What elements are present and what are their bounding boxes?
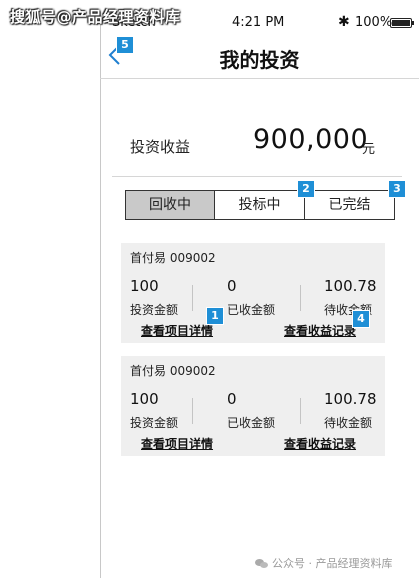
stat-value-pending: 100.78 [324,390,377,408]
stat-value-received: 0 [227,277,237,295]
earnings-summary: 投资收益 900,000 元 [100,122,419,172]
earnings-unit: 元 [362,142,376,157]
stat-label-received: 已收金额 [227,416,276,430]
annotation-badge-2: 2 [297,180,315,198]
tab-completed[interactable]: 已完结 [304,190,395,220]
annotation-badge-3: 3 [388,180,406,198]
stat-divider [300,398,301,424]
stat-divider [192,398,193,424]
stat-value-pending: 100.78 [324,277,377,295]
investment-card: 首付易 009002 100 投资金额 0 已收金额 100.78 待收金额 查… [121,356,385,456]
tab-bidding[interactable]: 投标中 [214,190,305,220]
earnings-label: 投资收益 [130,138,191,156]
status-time: 4:21 PM [232,15,285,30]
stat-label-received: 已收金额 [227,303,276,317]
watermark-bottom: 公众号 · 产品经理资料库 [255,555,393,571]
view-project-details-link[interactable]: 查看项目详情 [141,435,213,452]
annotation-badge-4: 4 [352,310,370,328]
stat-value-invested: 100 [130,390,159,408]
stat-label-pending: 待收金额 [324,416,373,430]
stat-label-invested: 投资金额 [130,416,179,430]
battery-icon [390,18,414,28]
stat-value-received: 0 [227,390,237,408]
view-earnings-records-link[interactable]: 查看收益记录 [284,322,356,339]
view-project-details-link[interactable]: 查看项目详情 [141,322,213,339]
tab-recovering[interactable]: 回收中 [125,190,215,220]
page-title: 我的投资 [219,48,300,72]
nav-bar: 我的投资 [100,34,419,79]
wechat-icon [255,558,269,570]
bluetooth-icon: ✱ [338,14,350,30]
investment-card: 首付易 009002 100 投资金额 0 已收金额 100.78 待收金额 查… [121,243,385,343]
earnings-value: 900,000 [253,124,369,155]
card-title: 首付易 009002 [130,364,216,378]
stat-value-invested: 100 [130,277,159,295]
stat-label-invested: 投资金额 [130,303,179,317]
stat-divider [192,285,193,311]
annotation-badge-1: 1 [206,307,224,325]
annotation-badge-5: 5 [116,36,134,54]
divider [112,176,402,177]
view-earnings-records-link[interactable]: 查看收益记录 [284,435,356,452]
status-tabs: 回收中 投标中 已完结 [125,190,395,220]
battery-percent: 100% [355,15,393,30]
watermark-bottom-text: 公众号 · 产品经理资料库 [272,557,393,570]
watermark-top: 搜狐号@产品经理资料库 [10,8,181,26]
stat-divider [300,285,301,311]
card-title: 首付易 009002 [130,251,216,265]
